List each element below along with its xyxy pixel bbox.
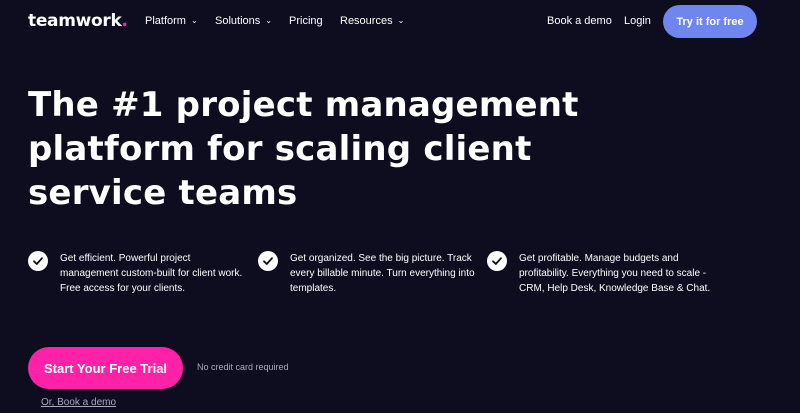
nav-item-label: Pricing bbox=[289, 15, 323, 27]
feature-profitable: Get profitable. Manage budgets and profi… bbox=[487, 251, 712, 296]
nav-item-platform[interactable]: Platform ⌄ bbox=[145, 15, 198, 27]
feature-organized: Get organized. See the big picture. Trac… bbox=[258, 251, 480, 296]
page: teamwork. Platform ⌄ Solutions ⌄ Pricing R… bbox=[0, 0, 800, 413]
nav-item-solutions[interactable]: Solutions ⌄ bbox=[215, 15, 272, 27]
feature-text: Get efficient. Powerful project manageme… bbox=[60, 253, 243, 294]
hero-title: The #1 project management platform for s… bbox=[28, 85, 579, 213]
feature-text: Get profitable. Manage budgets and profi… bbox=[519, 253, 711, 294]
nav-item-resources[interactable]: Resources ⌄ bbox=[340, 15, 404, 27]
chevron-down-icon: ⌄ bbox=[265, 16, 272, 25]
feature-text: Get organized. See the big picture. Trac… bbox=[290, 253, 475, 294]
nav-item-label: Solutions bbox=[215, 15, 261, 27]
book-demo-secondary-link[interactable]: Or, Book a demo bbox=[41, 397, 116, 408]
check-circle-icon bbox=[487, 251, 507, 271]
try-free-button[interactable]: Try it for free bbox=[663, 5, 757, 38]
nav-item-label: Platform bbox=[145, 15, 186, 27]
no-credit-card-note: No credit card required bbox=[197, 362, 289, 372]
start-free-trial-button[interactable]: Start Your Free Trial bbox=[28, 347, 183, 389]
nav-item-label: Resources bbox=[340, 15, 393, 27]
top-nav: teamwork. Platform ⌄ Solutions ⌄ Pricing R… bbox=[0, 0, 800, 44]
nav-item-pricing[interactable]: Pricing bbox=[289, 15, 323, 27]
book-demo-link[interactable]: Book a demo bbox=[547, 15, 612, 27]
chevron-down-icon: ⌄ bbox=[397, 16, 405, 25]
feature-efficient: Get efficient. Powerful project manageme… bbox=[28, 251, 248, 296]
check-circle-icon bbox=[28, 251, 48, 271]
logo-text: teamwork bbox=[28, 11, 122, 31]
chevron-down-icon: ⌄ bbox=[190, 16, 198, 25]
logo-dot: . bbox=[121, 11, 128, 31]
login-link[interactable]: Login bbox=[624, 15, 651, 27]
check-circle-icon bbox=[258, 251, 278, 271]
teamwork-logo[interactable]: teamwork. bbox=[28, 11, 128, 31]
